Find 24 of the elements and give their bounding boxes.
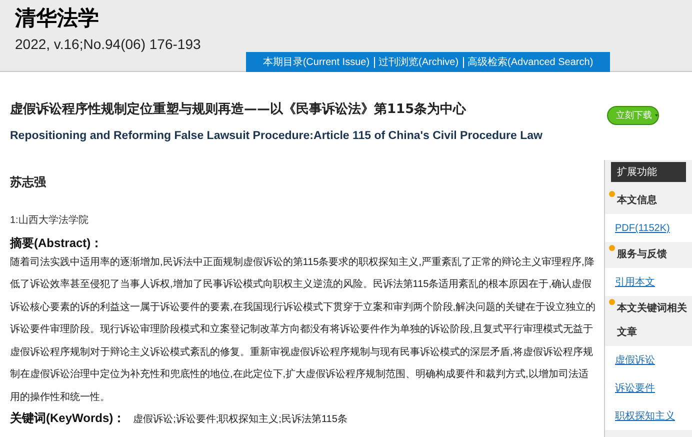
issue-info: 2022, v.16;No.94(06) 176-193 (15, 35, 201, 54)
abstract-text: 随着司法实践中适用率的逐渐增加,民诉法中正面规制虚假诉讼的第115条要求的职权探知主义,严重紊乱了正常的辩论主义审理程序,降低了诉讼效率甚至侵犯了当事人诉权,增加了民事诉讼模式向职权主义逆流的风险。民诉法第115条适用紊乱的根本原因在于,确认虚假诉讼核心要素的诉的利益这一属于诉讼要件的要素,在我国现行诉讼模式下贯穿于立案和审判两个阶段,解决问题的关键在于设立独立的诉讼要件审理阶段。现行诉讼审理阶段模式和立案登记制改革方向都没有将诉讼要件作为单独的诉讼阶段,且复式平行审理模式无益于虚假诉讼程序规制对于辩论主义诉讼模式紊乱的修复。重新审视虚假诉讼程序规制与现有民事诉讼模式的深层矛盾,将虚假诉讼程序规制在虚假诉讼治理中定位为补充性和兜底性的地位,在此定位下,扩大虚假诉讼程序规制范围、明确构成要件和裁判方式,以增加司法适用的操作性和统一性。 (10, 256, 597, 405)
sidebar-heading: 本文信息 (617, 194, 658, 208)
sidebar-link[interactable]: 引用本文 (615, 277, 655, 288)
sidebar-heading: 本文关键词相关文章 (617, 302, 688, 340)
article-title: 虚假诉讼程序性规制定位重塑与规则再造——以《民事诉讼法》第115条为中心 (10, 100, 466, 119)
bullet-icon (609, 191, 615, 197)
nav-link[interactable]: 过刊浏览(Archive) (378, 54, 459, 70)
keywords-text: 虚假诉讼;诉讼要件;职权探知主义;民诉法第115条 (133, 412, 348, 428)
article-english-title: Repositioning and Reforming False Lawsuit Procedure:Article 115 of China's Civil Procedure Law (10, 128, 542, 144)
author-name: 苏志强 (10, 174, 47, 191)
sidebar-heading: 服务与反馈 (617, 248, 668, 262)
bullet-icon (609, 245, 615, 251)
sidebar-link[interactable]: 虚假诉讼 (615, 355, 655, 366)
nav-link[interactable]: 高级检索(Advanced Search) (468, 54, 594, 70)
keywords-label: 关键词(KeyWords)： (10, 410, 126, 428)
abstract-label: 摘要(Abstract)： (10, 234, 104, 252)
sidebar-header: 扩展功能 (611, 162, 686, 182)
nav-link[interactable]: 本期目录(Current Issue) (262, 54, 370, 70)
journal-title: 清华法学 (15, 5, 99, 32)
bullet-icon (609, 299, 615, 305)
affiliation: 1:山西大学法学院 (10, 214, 90, 228)
sidebar-link[interactable]: 诉讼要件 (615, 383, 655, 394)
caret-icon (655, 112, 658, 119)
